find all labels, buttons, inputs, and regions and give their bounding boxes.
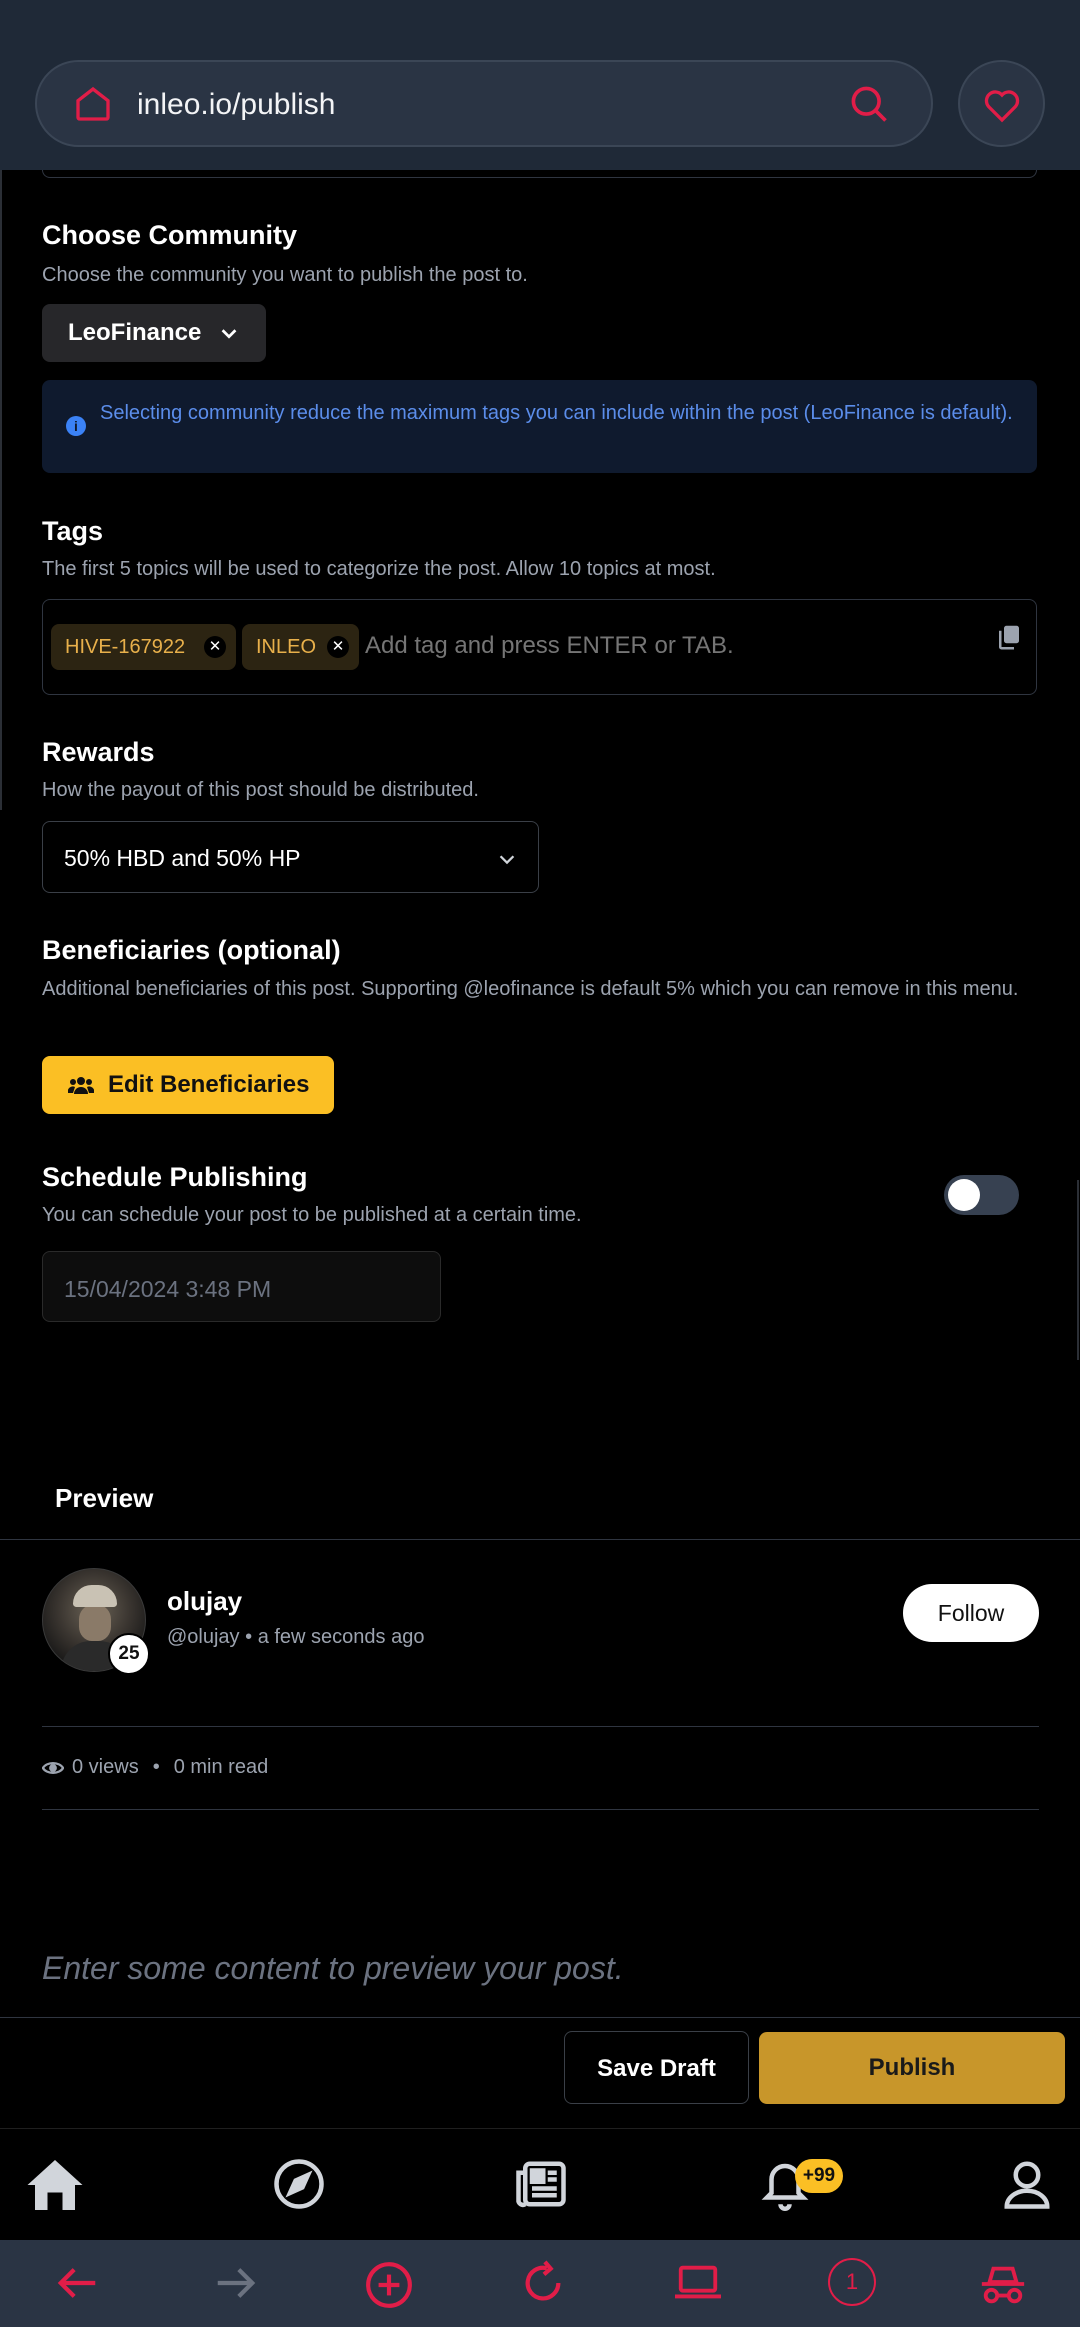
browser-toolbar: inleo.io/publish [0, 0, 1080, 170]
beneficiaries-subtitle: Additional beneficiaries of this post. S… [42, 978, 1019, 1000]
community-dropdown[interactable]: LeoFinance [42, 304, 266, 362]
rewards-select[interactable]: 50% HBD and 50% HP [42, 821, 539, 893]
reputation-badge: 25 [108, 1633, 150, 1675]
post-stats: 0 views • 0 min read [42, 1756, 268, 1779]
tags-subtitle: The first 5 topics will be used to categ… [42, 558, 716, 580]
chevron-down-icon [499, 855, 515, 865]
tag-label: HIVE-167922 [65, 635, 186, 658]
scrollbar[interactable] [1077, 1180, 1079, 1360]
follow-button[interactable]: Follow [903, 1584, 1039, 1642]
community-info-alert: i Selecting community reduce the maximum… [42, 380, 1037, 473]
schedule-toggle[interactable] [944, 1175, 1019, 1215]
profile-icon[interactable] [1000, 2157, 1054, 2211]
compass-icon[interactable] [272, 2157, 326, 2211]
community-subtitle: Choose the community you want to publish… [42, 264, 528, 286]
forward-arrow-icon[interactable] [212, 2260, 258, 2306]
divider [42, 1726, 1039, 1727]
edit-beneficiaries-label: Edit Beneficiaries [108, 1071, 310, 1098]
news-icon[interactable] [514, 2157, 568, 2211]
author-name[interactable]: olujay [167, 1586, 242, 1617]
community-selected: LeoFinance [68, 319, 202, 346]
publish-button[interactable]: Publish [759, 2032, 1065, 2104]
preview-heading: Preview [55, 1483, 154, 1513]
notifications-badge: +99 [795, 2159, 843, 2193]
back-arrow-icon[interactable] [55, 2260, 101, 2306]
url-text[interactable]: inleo.io/publish [137, 88, 335, 122]
divider [0, 1539, 1080, 1540]
schedule-subtitle: You can schedule your post to be publish… [42, 1204, 582, 1226]
new-tab-icon[interactable] [364, 2260, 414, 2310]
eye-icon [42, 1761, 64, 1774]
schedule-title: Schedule Publishing [42, 1162, 308, 1192]
tags-field[interactable]: HIVE-167922 ✕ INLEO ✕ [42, 599, 1037, 695]
bottom-nav [0, 2128, 1080, 2240]
remove-tag-icon[interactable]: ✕ [327, 636, 349, 658]
tag-input[interactable] [365, 632, 965, 660]
edit-beneficiaries-button[interactable]: Edit Beneficiaries [42, 1056, 334, 1114]
tabs-count: 1 [845, 2269, 859, 2294]
post-time: a few seconds ago [257, 1626, 425, 1648]
schedule-datetime-value: 15/04/2024 3:48 PM [64, 1276, 272, 1302]
browser-bottom-bar: 1 [0, 2240, 1080, 2327]
users-icon [68, 1077, 94, 1094]
tabs-count-button[interactable]: 1 [828, 2258, 876, 2306]
rewards-subtitle: How the payout of this post should be di… [42, 779, 479, 801]
incognito-icon[interactable] [978, 2260, 1028, 2308]
schedule-datetime-field[interactable]: 15/04/2024 3:48 PM [42, 1251, 441, 1322]
address-bar[interactable]: inleo.io/publish [35, 60, 933, 147]
home-icon[interactable] [25, 2157, 85, 2213]
chevron-down-icon [221, 329, 237, 339]
divider [42, 1809, 1039, 1810]
beneficiaries-title: Beneficiaries (optional) [42, 935, 341, 965]
read-time: 0 min read [173, 1756, 269, 1778]
community-title: Choose Community [42, 220, 298, 250]
community-info-text: Selecting community reduce the maximum t… [100, 402, 1013, 424]
author-meta: @olujay • a few seconds ago [167, 1626, 425, 1648]
preview-placeholder: Enter some content to preview your post. [42, 1950, 624, 1986]
rewards-selected: 50% HBD and 50% HP [64, 845, 301, 871]
tag-label: INLEO [256, 635, 317, 658]
desktop-mode-icon[interactable] [673, 2260, 723, 2306]
reload-icon[interactable] [520, 2260, 566, 2306]
previous-field-edge [42, 170, 1037, 178]
tags-title: Tags [42, 516, 104, 546]
scroll-edge [0, 170, 2, 810]
heart-icon [984, 90, 1020, 123]
views-count: 0 views [72, 1756, 139, 1778]
author-handle[interactable]: @olujay [167, 1626, 240, 1648]
remove-tag-icon[interactable]: ✕ [204, 636, 226, 658]
info-icon: i [66, 416, 86, 436]
copy-icon[interactable] [994, 622, 1024, 652]
tag-chip: INLEO ✕ [242, 624, 359, 670]
favorite-button[interactable] [958, 60, 1045, 147]
search-icon[interactable] [847, 82, 891, 126]
rewards-title: Rewards [42, 737, 155, 767]
toggle-knob [948, 1179, 980, 1211]
save-draft-button[interactable]: Save Draft [564, 2031, 749, 2104]
home-icon[interactable] [73, 84, 113, 124]
tag-chip: HIVE-167922 ✕ [51, 624, 236, 670]
